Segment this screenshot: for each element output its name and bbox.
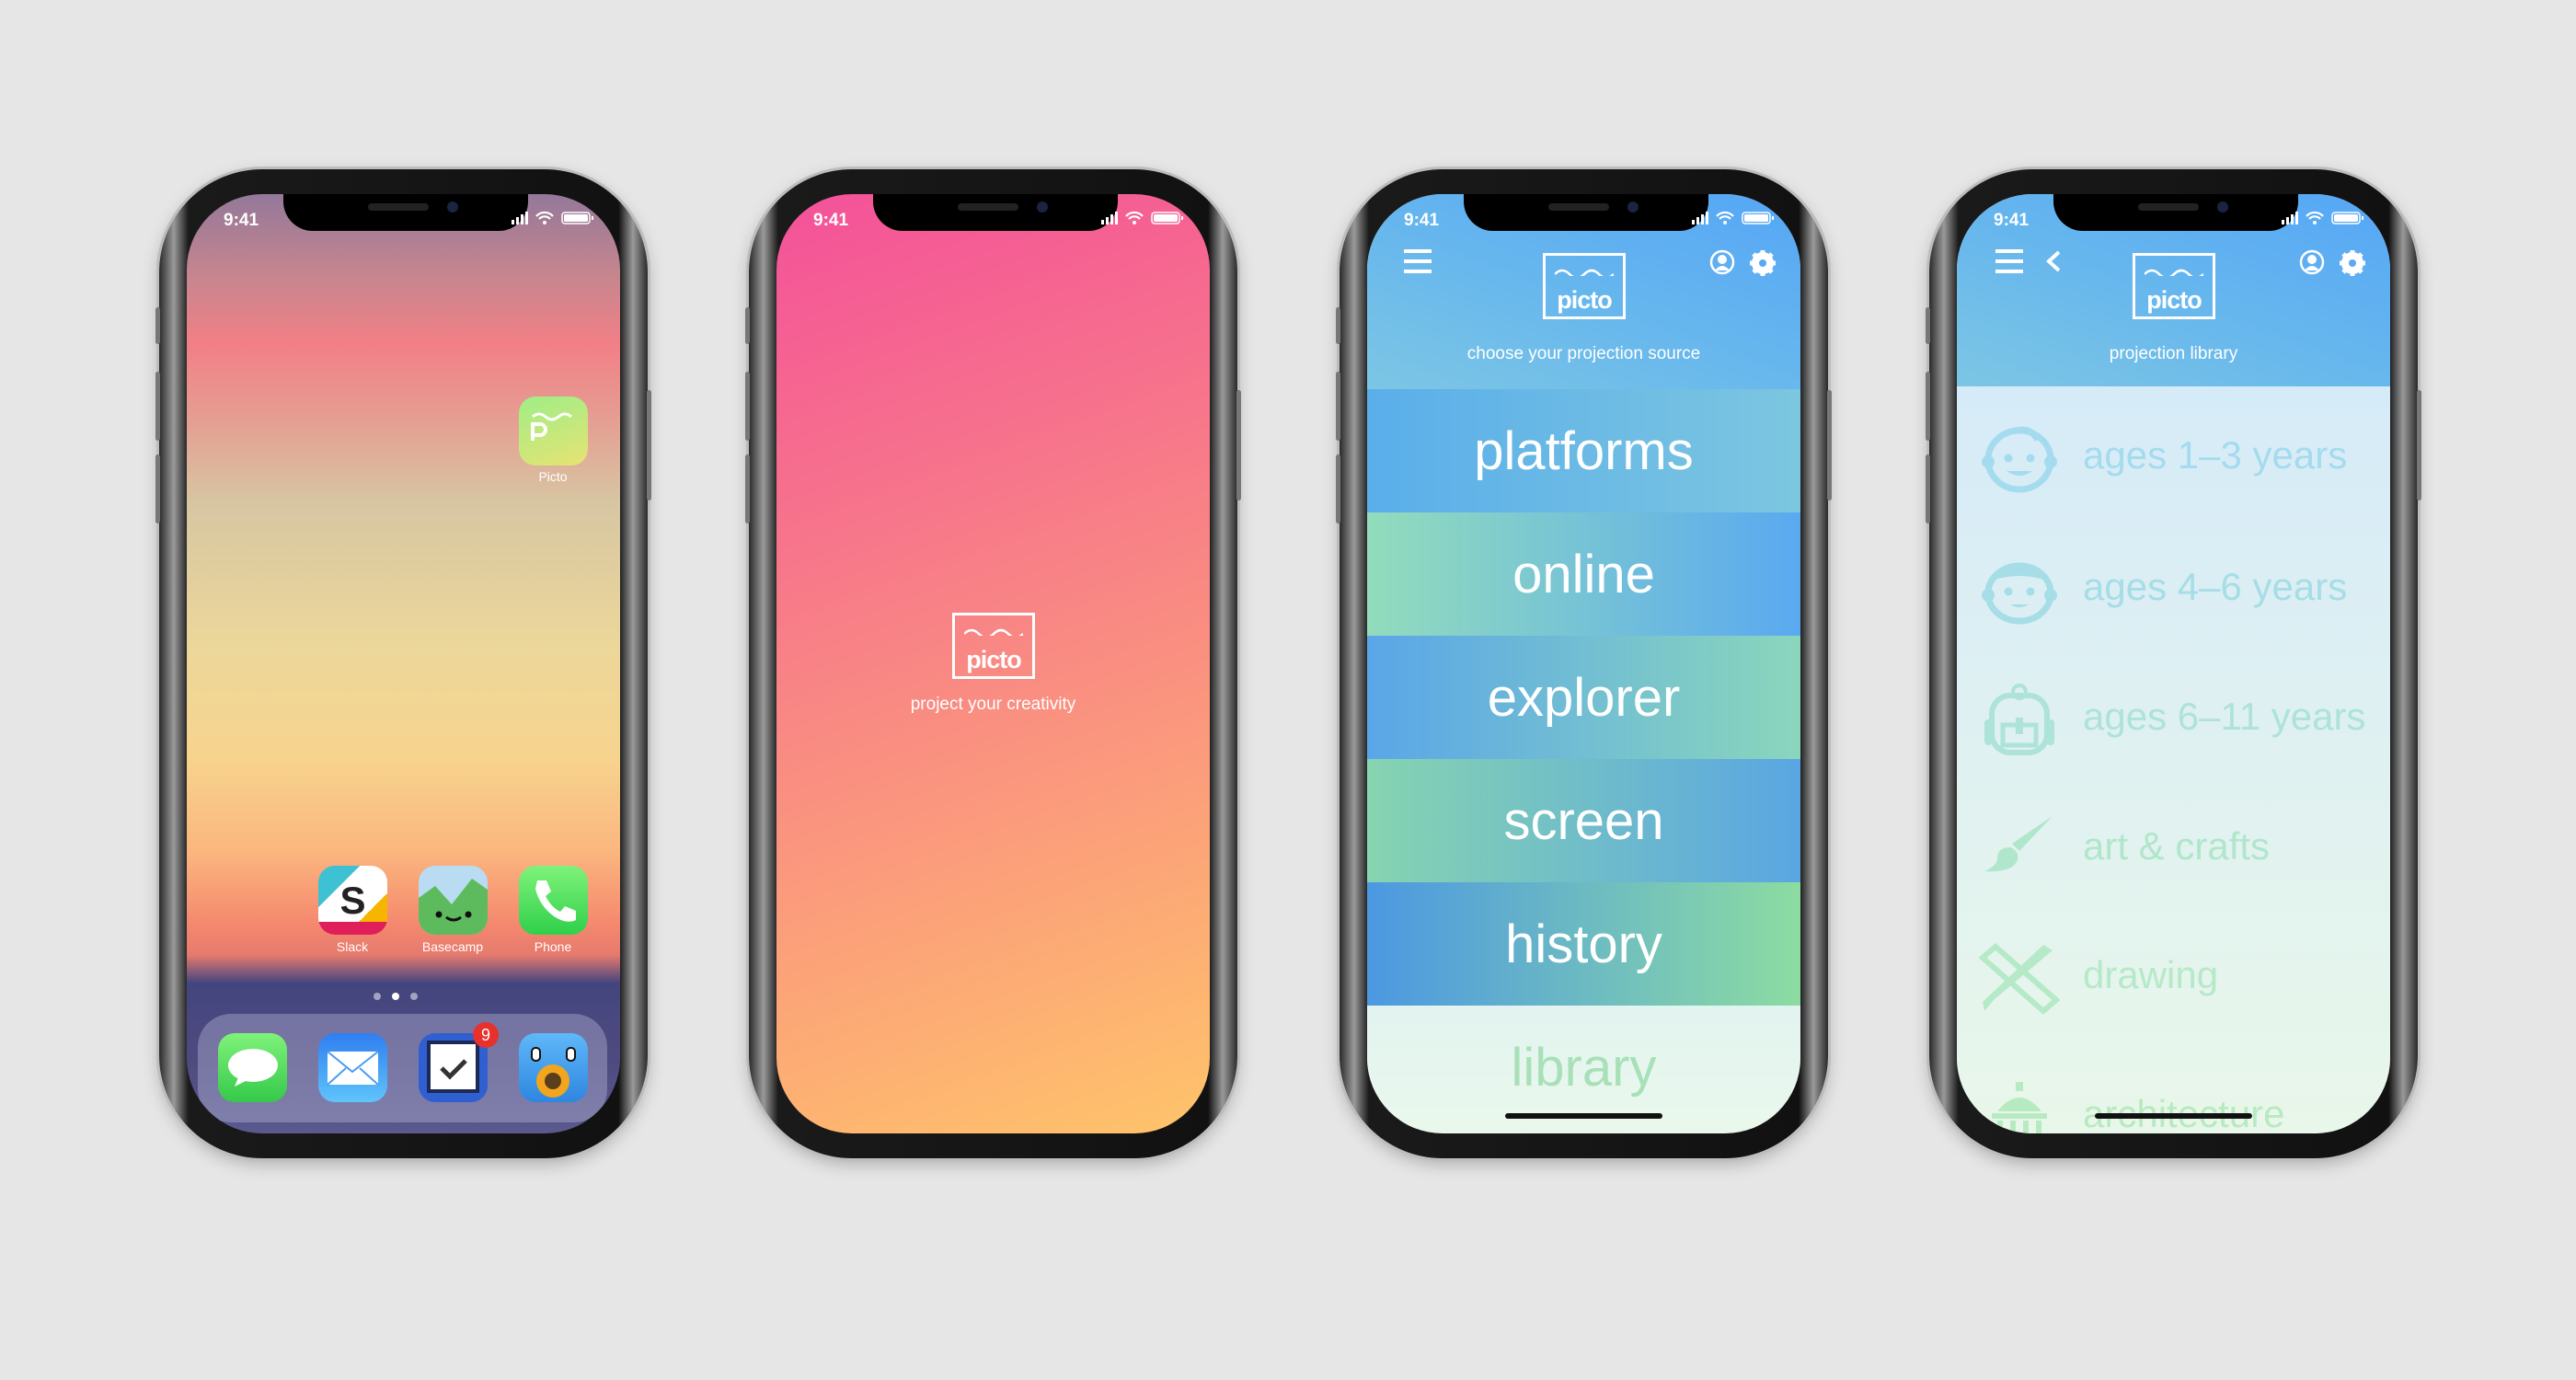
app-label-phone: Phone xyxy=(534,939,572,954)
tweetbot-icon[interactable] xyxy=(519,1033,588,1102)
home-screen: 9:41 Picto S Slack Basecamp Phone 9 xyxy=(187,194,620,1133)
phone-splash-screen: 9:41 picto project your creativity xyxy=(745,169,1241,1158)
tagline: project your creativity xyxy=(910,695,1076,714)
picto-logo: picto xyxy=(952,613,1035,679)
source-item-screen[interactable]: screen xyxy=(1367,759,1800,882)
status-icons xyxy=(1692,211,1774,224)
status-time: 9:41 xyxy=(224,211,259,230)
source-item-explorer[interactable]: explorer xyxy=(1367,636,1800,759)
library-item-label: ages 6–11 years xyxy=(2083,695,2366,738)
library-item-ages-1-3[interactable]: ages 1–3 years xyxy=(1957,408,2390,509)
back-chevron-icon[interactable] xyxy=(2045,249,2062,273)
app-label-picto: Picto xyxy=(538,469,568,484)
child-face-icon xyxy=(1982,562,2057,625)
splash-screen: 9:41 picto project your creativity xyxy=(776,194,1210,1133)
phone-source-screen: 9:41 picto choose your projection source… xyxy=(1336,169,1832,1158)
status-icons xyxy=(2282,211,2363,224)
notch xyxy=(2053,194,2298,231)
settings-gear-icon[interactable] xyxy=(1749,249,1777,277)
library-item-drawing[interactable]: drawing xyxy=(1957,927,2390,1029)
source-item-online[interactable]: online xyxy=(1367,512,1800,636)
source-item-platforms[interactable]: platforms xyxy=(1367,389,1800,512)
library-item-art-crafts[interactable]: art & crafts xyxy=(1957,799,2390,900)
library-item-label: ages 1–3 years xyxy=(2083,433,2348,477)
status-time: 9:41 xyxy=(813,211,849,230)
source-item-library[interactable]: library xyxy=(1367,1006,1800,1129)
library-item-ages-6-11[interactable]: ages 6–11 years xyxy=(1957,669,2390,770)
backpack-icon xyxy=(1984,684,2054,755)
status-icons xyxy=(1101,211,1183,224)
library-item-label: drawing xyxy=(2083,953,2219,996)
app-label-basecamp: Basecamp xyxy=(421,939,484,954)
source-screen: 9:41 picto choose your projection source… xyxy=(1367,194,1800,1133)
notch xyxy=(873,194,1118,231)
header-subtitle: projection library xyxy=(2109,344,2238,363)
messages-icon[interactable] xyxy=(218,1033,287,1102)
header-subtitle: choose your projection source xyxy=(1466,344,1701,363)
basecamp-icon[interactable] xyxy=(419,866,488,935)
library-item-ages-4-6[interactable]: ages 4–6 years xyxy=(1957,539,2390,640)
tasks-icon[interactable]: 9 xyxy=(419,1022,499,1102)
phone-home-screen: 9:41 Picto S Slack Basecamp Phone 9 xyxy=(155,169,651,1158)
phone-icon[interactable] xyxy=(519,866,588,935)
picto-logo: picto xyxy=(2133,253,2215,319)
library-item-architecture[interactable]: architecture xyxy=(1957,1066,2390,1133)
logo-text: picto xyxy=(1557,286,1613,314)
baby-face-icon xyxy=(1982,426,2057,493)
page-dot[interactable] xyxy=(410,993,418,1000)
building-icon xyxy=(1992,1082,2047,1133)
phone-library-screen: 9:41 picto projection library ages 1–3 y… xyxy=(1926,169,2421,1158)
home-indicator[interactable] xyxy=(2095,1113,2252,1119)
source-item-history[interactable]: history xyxy=(1367,882,1800,1006)
hamburger-menu-icon[interactable] xyxy=(1404,249,1432,273)
hamburger-menu-icon[interactable] xyxy=(1995,249,2023,273)
status-icons xyxy=(512,211,593,224)
library-item-label: art & crafts xyxy=(2083,824,2271,868)
page-dot[interactable] xyxy=(374,993,381,1000)
app-label-slack: Slack xyxy=(336,939,369,954)
picto-app-icon[interactable] xyxy=(519,397,588,466)
slack-icon[interactable]: S xyxy=(318,866,387,935)
notification-badge: 9 xyxy=(473,1022,499,1048)
status-time: 9:41 xyxy=(1994,211,2030,230)
picto-logo: picto xyxy=(1543,253,1626,319)
logo-text: picto xyxy=(966,646,1022,673)
settings-gear-icon[interactable] xyxy=(2339,249,2366,277)
user-profile-icon[interactable] xyxy=(2299,249,2325,275)
logo-text: picto xyxy=(2146,286,2202,314)
mail-icon[interactable] xyxy=(318,1033,387,1102)
home-indicator[interactable] xyxy=(1505,1113,1662,1119)
library-item-label: ages 4–6 years xyxy=(2083,565,2348,608)
paintbrush-icon xyxy=(1984,816,2053,872)
status-time: 9:41 xyxy=(1404,211,1440,230)
pencil-ruler-icon xyxy=(1979,943,2060,1015)
notch xyxy=(1464,194,1708,231)
notch xyxy=(283,194,528,231)
library-screen: 9:41 picto projection library ages 1–3 y… xyxy=(1957,194,2390,1133)
wallpaper xyxy=(187,194,620,1133)
user-profile-icon[interactable] xyxy=(1709,249,1735,275)
page-dot-active[interactable] xyxy=(392,993,399,1000)
